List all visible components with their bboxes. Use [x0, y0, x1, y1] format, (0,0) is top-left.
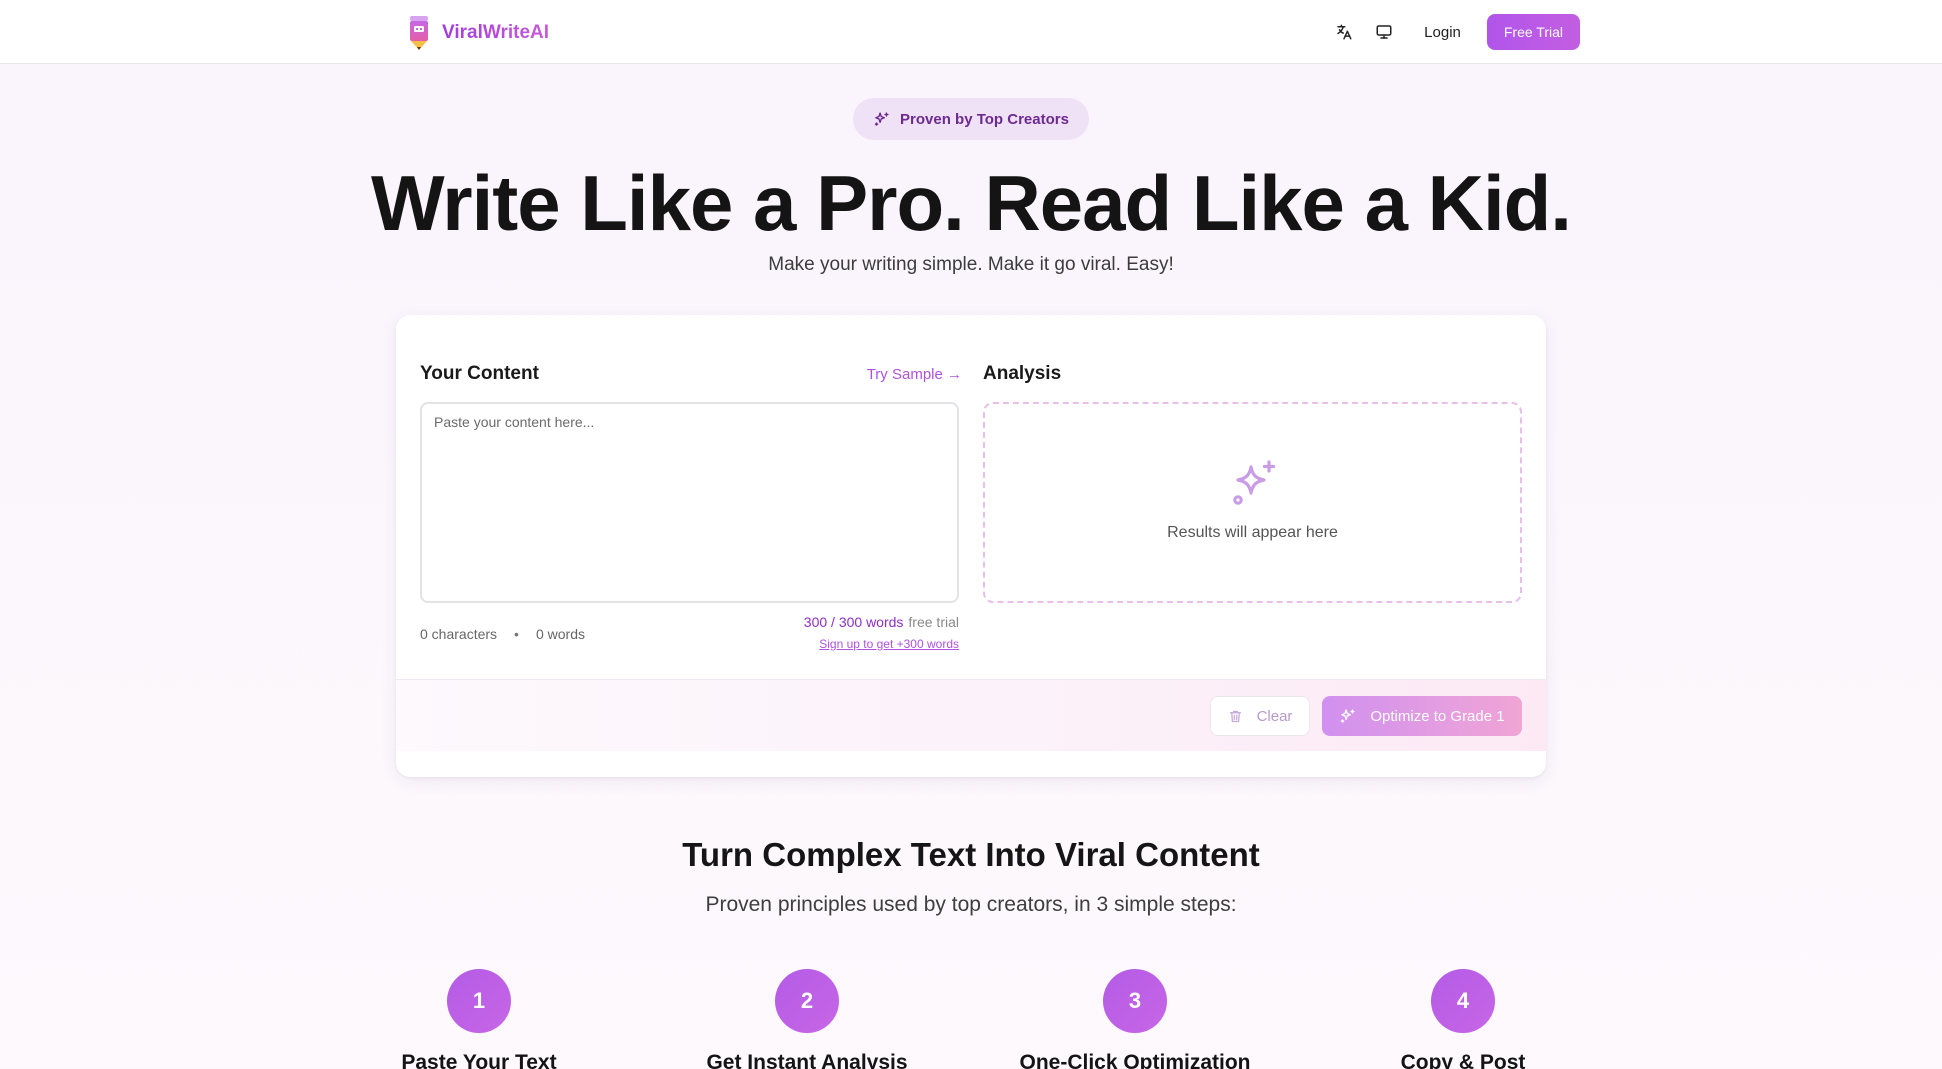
- content-stats: 0 characters • 0 words: [420, 626, 585, 642]
- step-number: 2: [775, 969, 839, 1033]
- sparkles-icon: [1341, 708, 1355, 723]
- content-input[interactable]: [420, 402, 959, 603]
- nav-actions: Login Free Trial: [1326, 14, 1580, 50]
- step-item: 1 Paste Your Text: [319, 969, 639, 1069]
- hero-subtitle: Make your writing simple. Make it go vir…: [768, 254, 1174, 275]
- monitor-icon[interactable]: [1366, 14, 1402, 50]
- proven-badge: Proven by Top Creators: [853, 98, 1089, 140]
- analysis-title: Analysis: [983, 363, 1062, 384]
- results-placeholder: Results will appear here: [1167, 524, 1338, 541]
- top-nav-bar: ViralWriteAI Login Free Trial: [0, 0, 1942, 64]
- signup-link[interactable]: Sign up to get +300 words: [819, 637, 959, 651]
- login-link[interactable]: Login: [1424, 24, 1461, 41]
- badge-label: Proven by Top Creators: [900, 110, 1069, 128]
- trash-icon: [1229, 710, 1241, 722]
- step-item: 3 One-Click Optimization: [975, 969, 1295, 1069]
- step-title: Paste Your Text: [401, 1051, 557, 1069]
- optimize-button[interactable]: Optimize to Grade 1: [1322, 696, 1522, 736]
- optimize-label: Optimize to Grade 1: [1370, 707, 1505, 725]
- step-number: 4: [1431, 969, 1495, 1033]
- free-trial-button[interactable]: Free Trial: [1486, 14, 1580, 50]
- step-title: One-Click Optimization: [1019, 1051, 1251, 1069]
- analysis-results-panel: Results will appear here: [983, 402, 1522, 603]
- step-number: 3: [1103, 969, 1167, 1033]
- card-actions-bar: Clear Optimize to Grade 1: [396, 679, 1546, 751]
- editor-card: Your Content Try Sample → 0 characters •…: [396, 315, 1546, 777]
- stats-separator: •: [514, 626, 519, 642]
- step-title: Get Instant Analysis: [706, 1051, 908, 1069]
- step-item: 4 Copy & Post: [1303, 969, 1623, 1069]
- word-count: 0 words: [535, 626, 585, 642]
- character-count: 0 characters: [420, 626, 498, 642]
- sparkles-icon: [1233, 460, 1276, 505]
- clear-button[interactable]: Clear: [1210, 696, 1310, 736]
- try-sample-link[interactable]: Try Sample →: [867, 366, 962, 383]
- steps-section-title: Turn Complex Text Into Viral Content: [682, 836, 1260, 873]
- step-number: 1: [447, 969, 511, 1033]
- word-limit: 300 / 300 words free trial: [804, 614, 959, 630]
- sparkles-icon: [874, 111, 889, 126]
- translate-icon[interactable]: [1326, 14, 1362, 50]
- brand-logo[interactable]: ViralWriteAI: [408, 14, 549, 52]
- content-title: Your Content: [420, 363, 539, 384]
- word-limit-note: free trial: [908, 614, 959, 630]
- clear-label: Clear: [1256, 707, 1293, 725]
- hero-title: Write Like a Pro. Read Like a Kid.: [371, 159, 1572, 247]
- step-title: Copy & Post: [1400, 1051, 1526, 1069]
- brand-name: ViralWriteAI: [442, 22, 550, 43]
- word-limit-count: 300 / 300 words: [803, 614, 904, 630]
- pencil-logo-icon: [410, 16, 428, 50]
- steps-section-subtitle: Proven principles used by top creators, …: [705, 893, 1237, 916]
- step-item: 2 Get Instant Analysis: [647, 969, 967, 1069]
